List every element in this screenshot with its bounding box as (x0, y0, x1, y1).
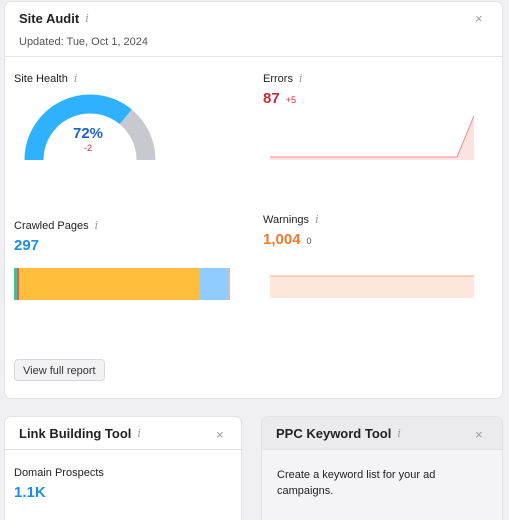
link-building-title-row: Link Building Tool i (19, 426, 141, 441)
info-icon[interactable]: i (299, 72, 303, 85)
ppc-keyword-description: Create a keyword list for your ad campai… (277, 469, 436, 497)
errors-value-row[interactable]: 87 +5 (263, 90, 296, 107)
divider (5, 56, 502, 57)
warnings-trend-chart[interactable] (270, 270, 474, 300)
domain-prospects-label: Domain Prospects (14, 467, 104, 479)
errors-delta: +5 (285, 95, 296, 105)
site-health-value: 72% (72, 125, 104, 142)
errors-trend-chart[interactable] (270, 112, 474, 160)
crawled-pages-count: 297 (14, 237, 40, 254)
site-audit-header: Site Audit i (19, 11, 89, 26)
close-icon[interactable]: × (475, 427, 483, 442)
updated-date: Updated: Tue, Oct 1, 2024 (19, 36, 149, 48)
info-icon[interactable]: i (397, 427, 401, 440)
close-icon[interactable]: × (216, 427, 224, 442)
warnings-trend-area (270, 276, 474, 298)
warnings-label: Warnings i (263, 213, 319, 226)
errors-trend-area (270, 116, 474, 160)
crawled-pages-segment[interactable] (226, 268, 230, 300)
site-health-delta: -2 (83, 143, 92, 153)
errors-value: 87 (263, 90, 280, 107)
crawled-pages-label: Crawled Pages i (14, 219, 98, 232)
warnings-value: 1,004 (263, 231, 301, 248)
warnings-delta: 0 (306, 236, 312, 246)
errors-label: Errors i (263, 72, 302, 85)
crawled-pages-label-text: Crawled Pages (14, 219, 89, 232)
warnings-label-text: Warnings (263, 213, 310, 226)
ppc-keyword-title-row: PPC Keyword Tool i (276, 426, 401, 441)
crawled-pages-value[interactable]: 297 (14, 237, 39, 254)
warnings-value-row[interactable]: 1,004 0 (263, 231, 312, 248)
domain-prospects-value[interactable]: 1.1K (14, 484, 46, 501)
info-icon[interactable]: i (74, 72, 78, 85)
view-full-report-button[interactable]: View full report (14, 359, 105, 381)
crawled-pages-bar[interactable] (14, 268, 232, 300)
site-audit-title: Site Audit (19, 11, 80, 26)
close-icon[interactable]: × (475, 11, 483, 26)
errors-trend-line (270, 115, 474, 158)
site-audit-widget: Site Audit i × Updated: Tue, Oct 1, 2024 (5, 2, 502, 398)
ppc-keyword-title: PPC Keyword Tool (276, 426, 392, 441)
info-icon[interactable]: i (85, 12, 89, 25)
errors-label-text: Errors (263, 72, 293, 85)
info-icon[interactable]: i (95, 219, 99, 232)
info-icon[interactable]: i (137, 427, 141, 440)
link-building-title: Link Building Tool (19, 426, 132, 441)
crawled-pages-segment[interactable] (200, 268, 227, 300)
crawled-pages-segment[interactable] (19, 268, 201, 300)
site-health-label-text: Site Health (14, 72, 68, 85)
info-icon[interactable]: i (315, 213, 319, 226)
site-health-label: Site Health i (14, 72, 77, 85)
gauge-remaining-arc (119, 109, 156, 161)
